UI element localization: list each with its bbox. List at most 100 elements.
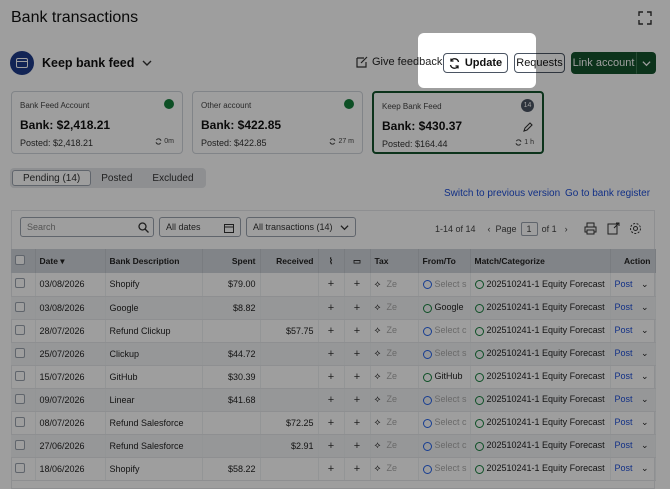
row-tax[interactable]: ⟡ Ze <box>370 342 419 366</box>
row-checkbox[interactable] <box>11 411 36 435</box>
post-button[interactable]: Post <box>615 279 633 289</box>
update-button[interactable]: Update <box>443 53 508 73</box>
requests-button[interactable]: Requests <box>514 53 565 73</box>
row-tax[interactable]: ⟡ Ze <box>370 434 419 458</box>
row-from-to[interactable]: GitHub <box>418 365 471 389</box>
page-number-input[interactable]: 1 <box>520 222 538 236</box>
row-tax[interactable]: ⟡ Ze <box>370 411 419 435</box>
add-comment-icon[interactable]: + <box>344 434 371 458</box>
row-match[interactable]: 202510241-1 Equity Forecast <box>470 411 611 435</box>
row-match[interactable]: 202510241-1 Equity Forecast <box>470 365 611 389</box>
row-checkbox[interactable] <box>11 434 36 458</box>
row-checkbox[interactable] <box>11 319 36 343</box>
row-tax[interactable]: ⟡ Ze <box>370 296 419 320</box>
add-comment-icon[interactable]: + <box>344 319 371 343</box>
row-tax[interactable]: ⟡ Ze <box>370 457 419 481</box>
row-match[interactable]: 202510241-1 Equity Forecast <box>470 342 611 366</box>
add-attachment-icon[interactable]: + <box>318 319 345 343</box>
tab-pending[interactable]: Pending (14) <box>12 170 92 186</box>
add-comment-icon[interactable]: + <box>344 411 371 435</box>
chevron-down-icon[interactable]: ⌄ <box>641 371 649 381</box>
chevron-down-icon[interactable]: ⌄ <box>641 463 649 473</box>
post-button[interactable]: Post <box>615 463 633 473</box>
date-column-header[interactable]: Date ▾ <box>35 249 106 273</box>
row-action[interactable]: Post ⌄ <box>610 457 656 481</box>
row-checkbox[interactable] <box>11 388 36 412</box>
tax-column-header[interactable]: Tax <box>370 249 419 273</box>
received-column-header[interactable]: Received <box>260 249 319 273</box>
transaction-filter-select[interactable]: All transactions (14) <box>246 217 356 237</box>
row-from-to[interactable]: Select s <box>418 273 471 297</box>
add-comment-icon[interactable]: + <box>344 388 371 412</box>
add-attachment-icon[interactable]: + <box>318 457 345 481</box>
post-button[interactable]: Post <box>615 302 633 312</box>
row-tax[interactable]: ⟡ Ze <box>370 273 419 297</box>
bank-feed-selector[interactable]: Keep bank feed <box>10 50 152 76</box>
row-action[interactable]: Post ⌄ <box>610 365 656 389</box>
post-button[interactable]: Post <box>615 371 633 381</box>
row-from-to[interactable]: Select c <box>418 319 471 343</box>
add-comment-icon[interactable]: + <box>344 296 371 320</box>
switch-previous-version-link[interactable]: Switch to previous version <box>444 188 560 199</box>
next-page-icon[interactable]: › <box>565 224 568 234</box>
chevron-down-icon[interactable]: ⌄ <box>641 417 649 427</box>
row-tax[interactable]: ⟡ Ze <box>370 365 419 389</box>
date-filter-select[interactable]: All dates <box>159 217 241 237</box>
print-icon[interactable] <box>584 222 597 235</box>
add-attachment-icon[interactable]: + <box>318 411 345 435</box>
post-button[interactable]: Post <box>615 394 633 404</box>
post-button[interactable]: Post <box>615 325 633 335</box>
row-action[interactable]: Post ⌄ <box>610 411 656 435</box>
prev-page-icon[interactable]: ‹ <box>488 224 491 234</box>
add-comment-icon[interactable]: + <box>344 342 371 366</box>
add-attachment-icon[interactable]: + <box>318 434 345 458</box>
add-comment-icon[interactable]: + <box>344 273 371 297</box>
add-comment-icon[interactable]: + <box>344 365 371 389</box>
chevron-down-icon[interactable]: ⌄ <box>641 302 649 312</box>
chevron-down-icon[interactable]: ⌄ <box>641 279 649 289</box>
from-to-column-header[interactable]: From/To <box>418 249 471 273</box>
add-attachment-icon[interactable]: + <box>318 342 345 366</box>
export-icon[interactable] <box>607 222 620 235</box>
select-all-checkbox[interactable] <box>11 249 36 273</box>
row-match[interactable]: 202510241-1 Equity Forecast <box>470 434 611 458</box>
row-checkbox[interactable] <box>11 365 36 389</box>
row-action[interactable]: Post ⌄ <box>610 342 656 366</box>
row-from-to[interactable]: Select s <box>418 388 471 412</box>
add-attachment-icon[interactable]: + <box>318 273 345 297</box>
chevron-down-icon[interactable]: ⌄ <box>641 394 649 404</box>
chevron-down-icon[interactable]: ⌄ <box>641 440 649 450</box>
add-comment-icon[interactable]: + <box>344 457 371 481</box>
row-match[interactable]: 202510241-1 Equity Forecast <box>470 319 611 343</box>
tab-posted[interactable]: Posted <box>91 170 142 186</box>
row-checkbox[interactable] <box>11 273 36 297</box>
chevron-down-icon[interactable]: ⌄ <box>641 325 649 335</box>
give-feedback-link[interactable]: Give feedback <box>356 56 442 68</box>
row-action[interactable]: Post ⌄ <box>610 296 656 320</box>
description-column-header[interactable]: Bank Description <box>105 249 203 273</box>
account-card-bank-feed[interactable]: Bank Feed Account Bank: $2,418.21 Posted… <box>11 91 183 154</box>
add-attachment-icon[interactable]: + <box>318 365 345 389</box>
account-card-other[interactable]: Other account Bank: $422.85 Posted: $422… <box>192 91 363 154</box>
post-button[interactable]: Post <box>615 417 633 427</box>
row-from-to[interactable]: Select s <box>418 457 471 481</box>
add-attachment-icon[interactable]: + <box>318 296 345 320</box>
search-input[interactable]: Search <box>20 217 154 237</box>
go-to-bank-register-link[interactable]: Go to bank register <box>565 188 650 199</box>
row-action[interactable]: Post ⌄ <box>610 434 656 458</box>
spent-column-header[interactable]: Spent <box>202 249 261 273</box>
row-from-to[interactable]: Select c <box>418 434 471 458</box>
tab-excluded[interactable]: Excluded <box>142 170 203 186</box>
row-match[interactable]: 202510241-1 Equity Forecast <box>470 388 611 412</box>
row-action[interactable]: Post ⌄ <box>610 273 656 297</box>
add-attachment-icon[interactable]: + <box>318 388 345 412</box>
row-from-to[interactable]: Google <box>418 296 471 320</box>
row-match[interactable]: 202510241-1 Equity Forecast <box>470 273 611 297</box>
row-from-to[interactable]: Select c <box>418 411 471 435</box>
link-account-button[interactable]: Link account <box>571 52 636 74</box>
post-button[interactable]: Post <box>615 440 633 450</box>
row-tax[interactable]: ⟡ Ze <box>370 319 419 343</box>
row-checkbox[interactable] <box>11 296 36 320</box>
match-column-header[interactable]: Match/Categorize <box>470 249 611 273</box>
row-action[interactable]: Post ⌄ <box>610 388 656 412</box>
